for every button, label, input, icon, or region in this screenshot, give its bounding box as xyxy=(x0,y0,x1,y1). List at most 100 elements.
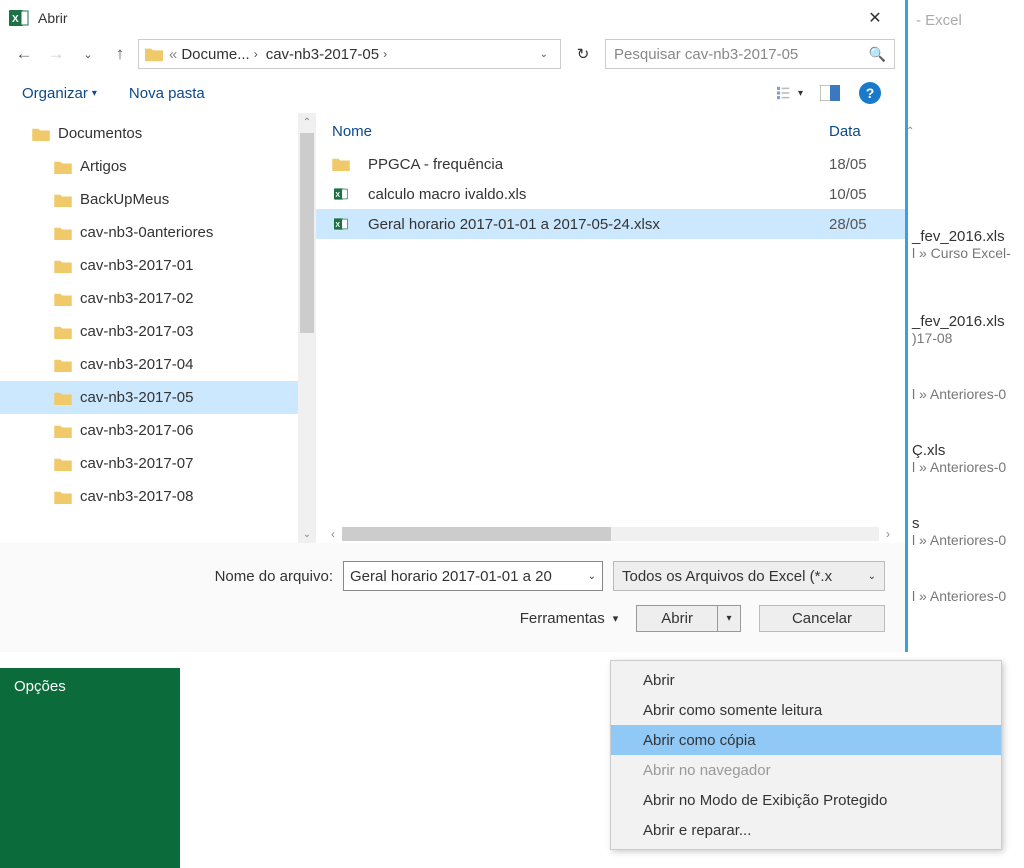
organize-button[interactable]: Organizar▾ xyxy=(22,85,97,102)
tree-item[interactable]: cav-nb3-2017-02 xyxy=(0,282,316,315)
file-name: calculo macro ivaldo.xls xyxy=(368,186,526,203)
scroll-left-arrow[interactable]: ‹ xyxy=(324,527,342,541)
sort-indicator-icon: ⌃ xyxy=(906,126,914,137)
tree-item-label: cav-nb3-2017-03 xyxy=(80,323,193,340)
search-input[interactable]: Pesquisar cav-nb3-2017-05 🔍 xyxy=(605,39,895,69)
new-folder-button[interactable]: Nova pasta xyxy=(129,85,205,102)
tree-item[interactable]: cav-nb3-2017-03 xyxy=(0,315,316,348)
filter-value: Todos os Arquivos do Excel (*.x xyxy=(622,568,832,585)
forward-button[interactable]: → xyxy=(42,40,70,68)
refresh-button[interactable]: ↻ xyxy=(569,40,597,68)
tree-item[interactable]: cav-nb3-2017-05 xyxy=(0,381,316,414)
titlebar: X Abrir ✕ xyxy=(0,0,905,35)
tools-dropdown[interactable]: Ferramentas▾ xyxy=(520,610,619,627)
behind-items: _fev_2016.xlsl » Curso Excel- _fev_2016.… xyxy=(912,228,1024,644)
tree-item-label: cav-nb3-2017-07 xyxy=(80,455,193,472)
filename-value: Geral horario 2017-01-01 a 20 xyxy=(350,568,552,585)
close-button[interactable]: ✕ xyxy=(853,3,897,33)
breadcrumb-prefix: « xyxy=(169,46,177,63)
tree-item[interactable]: cav-nb3-2017-04 xyxy=(0,348,316,381)
menu-item[interactable]: Abrir no Modo de Exibição Protegido xyxy=(611,785,1001,815)
tree-item[interactable]: Artigos xyxy=(0,150,316,183)
tree-root[interactable]: Documentos xyxy=(0,117,316,150)
chevron-down-icon: ▾ xyxy=(92,88,97,99)
excel-app-icon: X xyxy=(8,7,30,29)
tree-item-label: cav-nb3-2017-05 xyxy=(80,389,193,406)
tree-item[interactable]: cav-nb3-0anteriores xyxy=(0,216,316,249)
menu-item: Abrir no navegador xyxy=(611,755,1001,785)
breadcrumb-part-1[interactable]: cav-nb3-2017-05› xyxy=(262,46,391,63)
filename-input[interactable]: Geral horario 2017-01-01 a 20 ⌄ xyxy=(343,561,603,591)
help-button[interactable]: ? xyxy=(857,82,883,104)
column-date[interactable]: Data xyxy=(829,123,889,140)
scroll-down-arrow[interactable]: ⌄ xyxy=(298,525,316,543)
backstage-sidebar: Opções xyxy=(0,668,180,868)
tree-item-label: cav-nb3-2017-02 xyxy=(80,290,193,307)
open-dialog: X Abrir ✕ ← → ⌄ ↑ « Docume...› cav-nb3-2… xyxy=(0,0,908,652)
file-date: 18/05 xyxy=(829,156,889,173)
file-list[interactable]: Nome⌃ Data PPGCA - frequência 18/05 Xcalcu… xyxy=(316,113,905,543)
horizontal-scrollbar[interactable]: ‹ › xyxy=(324,525,897,543)
tree-item[interactable]: cav-nb3-2017-07 xyxy=(0,447,316,480)
file-row[interactable]: X Geral horario 2017-01-01 a 2017-05-24.x… xyxy=(316,209,905,239)
open-split-button: Abrir ▾ xyxy=(636,605,741,632)
folder-tree[interactable]: Documentos Artigos BackUpMeus cav-nb3-0ant… xyxy=(0,113,316,543)
menu-item[interactable]: Abrir como cópia xyxy=(611,725,1001,755)
tree-item[interactable]: BackUpMeus xyxy=(0,183,316,216)
scroll-up-arrow[interactable]: ⌃ xyxy=(298,113,316,131)
menu-item[interactable]: Abrir e reparar... xyxy=(611,815,1001,845)
file-name: Geral horario 2017-01-01 a 2017-05-24.xl… xyxy=(368,216,660,233)
address-breadcrumb[interactable]: « Docume...› cav-nb3-2017-05› ⌄ xyxy=(138,39,561,69)
chevron-down-icon: ⌄ xyxy=(868,571,876,582)
app-title: - Excel xyxy=(908,12,1024,29)
tree-scrollbar[interactable]: ⌃ ⌄ xyxy=(298,113,316,543)
open-button[interactable]: Abrir xyxy=(637,606,718,631)
scroll-thumb[interactable] xyxy=(300,133,314,333)
tree-item-label: cav-nb3-2017-01 xyxy=(80,257,193,274)
svg-text:X: X xyxy=(335,222,340,229)
nav-bar: ← → ⌄ ↑ « Docume...› cav-nb3-2017-05› ⌄ … xyxy=(0,35,905,73)
tree-item-label: BackUpMeus xyxy=(80,191,169,208)
column-name[interactable]: Nome⌃ xyxy=(332,123,829,140)
dialog-body: Documentos Artigos BackUpMeus cav-nb3-0ant… xyxy=(0,113,905,543)
chevron-down-icon: ▾ xyxy=(613,612,619,625)
scroll-right-arrow[interactable]: › xyxy=(879,527,897,541)
tree-item[interactable]: cav-nb3-2017-01 xyxy=(0,249,316,282)
chevron-right-icon: › xyxy=(383,47,387,61)
svg-text:X: X xyxy=(12,14,19,25)
folder-icon xyxy=(145,45,163,63)
tree-item[interactable]: cav-nb3-2017-08 xyxy=(0,480,316,513)
file-type-filter[interactable]: Todos os Arquivos do Excel (*.x ⌄ xyxy=(613,561,885,591)
scroll-thumb[interactable] xyxy=(342,527,611,541)
view-mode-button[interactable]: ▾ xyxy=(777,82,803,104)
folder-icon xyxy=(32,127,50,141)
up-button[interactable]: ↑ xyxy=(106,40,134,68)
file-row[interactable]: PPGCA - frequência 18/05 xyxy=(316,149,905,179)
breadcrumb-part-0[interactable]: Docume...› xyxy=(177,46,261,63)
backstage-options[interactable]: Opções xyxy=(14,678,166,695)
search-icon: 🔍 xyxy=(869,46,886,63)
tree-item[interactable]: cav-nb3-2017-06 xyxy=(0,414,316,447)
help-icon: ? xyxy=(859,82,881,104)
open-dropdown-button[interactable]: ▾ xyxy=(718,606,740,631)
dialog-title: Abrir xyxy=(38,10,853,26)
file-date: 28/05 xyxy=(829,216,889,233)
menu-item[interactable]: Abrir como somente leitura xyxy=(611,695,1001,725)
tree-item-label: cav-nb3-2017-04 xyxy=(80,356,193,373)
recent-locations-button[interactable]: ⌄ xyxy=(74,40,102,68)
menu-item[interactable]: Abrir xyxy=(611,665,1001,695)
tree-item-label: Artigos xyxy=(80,158,127,175)
address-dropdown[interactable]: ⌄ xyxy=(534,49,554,60)
tree-item-label: cav-nb3-0anteriores xyxy=(80,224,213,241)
preview-pane-button[interactable] xyxy=(817,82,843,104)
chevron-right-icon: › xyxy=(254,47,258,61)
cancel-button[interactable]: Cancelar xyxy=(759,605,885,632)
file-row[interactable]: Xcalculo macro ivaldo.xls10/05 xyxy=(316,179,905,209)
back-button[interactable]: ← xyxy=(10,40,38,68)
open-options-menu: AbrirAbrir como somente leituraAbrir com… xyxy=(610,660,1002,850)
file-date: 10/05 xyxy=(829,186,889,203)
filename-label: Nome do arquivo: xyxy=(215,568,333,585)
column-headers: Nome⌃ Data xyxy=(316,113,905,149)
toolbar: Organizar▾ Nova pasta ▾ ? xyxy=(0,73,905,113)
file-name: PPGCA - frequência xyxy=(368,156,503,173)
